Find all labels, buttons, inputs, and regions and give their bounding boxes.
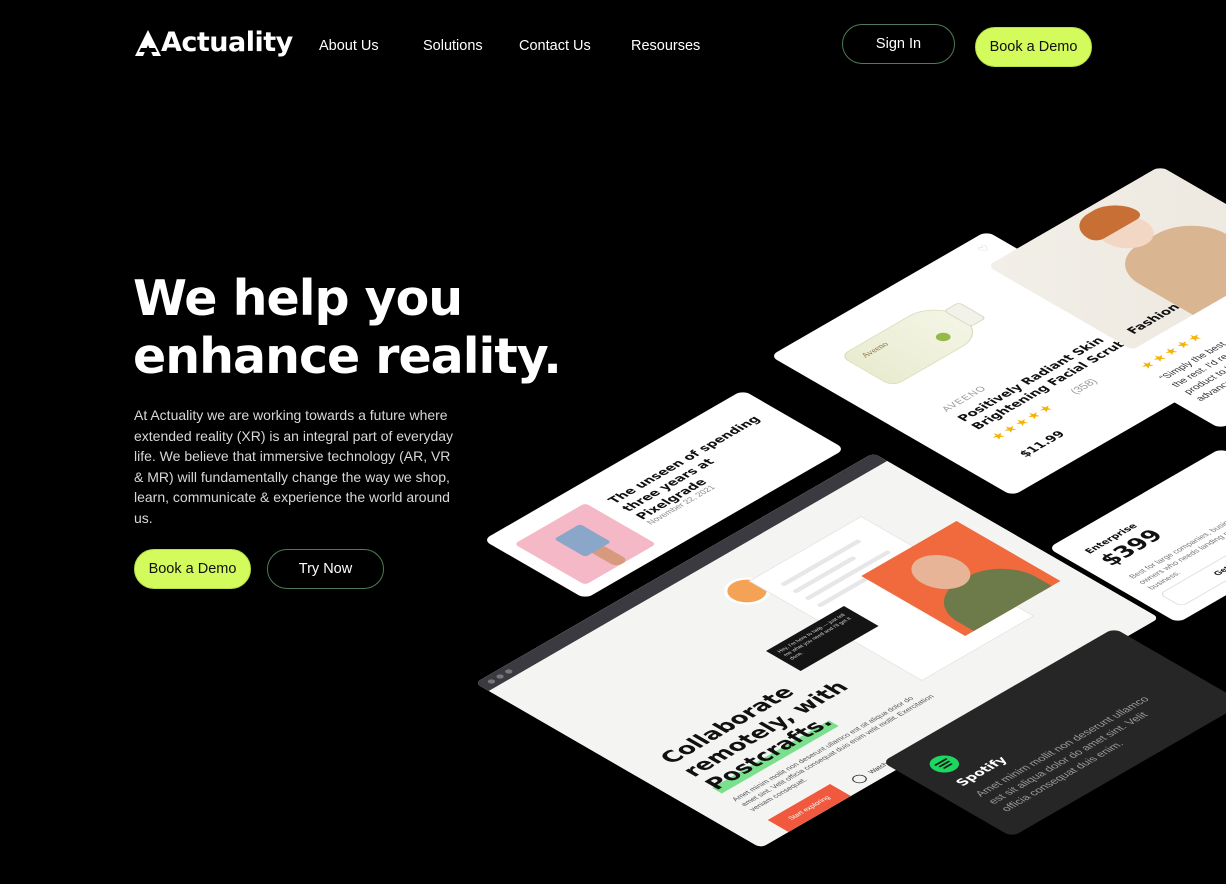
product-image: Aveeno <box>839 301 989 387</box>
hero-description: At Actuality we are working towards a fu… <box>134 407 454 526</box>
nav-book-demo-button[interactable]: Book a Demo <box>975 27 1092 67</box>
hero-book-demo-button[interactable]: Book a Demo <box>134 549 251 589</box>
logo-a-icon <box>135 30 161 56</box>
logo[interactable]: Actuality <box>133 28 293 58</box>
product-price: $11.99 <box>1015 428 1069 459</box>
nav-contact-us[interactable]: Contact Us <box>519 38 591 54</box>
try-now-button[interactable]: Try Now <box>267 549 384 589</box>
logo-text: Actuality <box>161 27 293 58</box>
heart-icon[interactable]: ♡ <box>974 243 994 255</box>
nav-resources[interactable]: Resourses <box>631 38 700 54</box>
product-review-count: (358) <box>1067 377 1101 396</box>
hero-title: We help you enhance reality. <box>133 270 562 385</box>
spotify-description: Amet minim mollit non deserunt ullamco e… <box>972 694 1153 814</box>
blog-title: The unseen of spending three years at Pi… <box>604 413 764 522</box>
spotify-icon <box>923 752 966 776</box>
play-icon <box>849 773 870 785</box>
sign-in-button[interactable]: Sign In <box>842 24 955 64</box>
nav-about-us[interactable]: About Us <box>319 38 379 54</box>
nav-solutions[interactable]: Solutions <box>423 38 483 54</box>
